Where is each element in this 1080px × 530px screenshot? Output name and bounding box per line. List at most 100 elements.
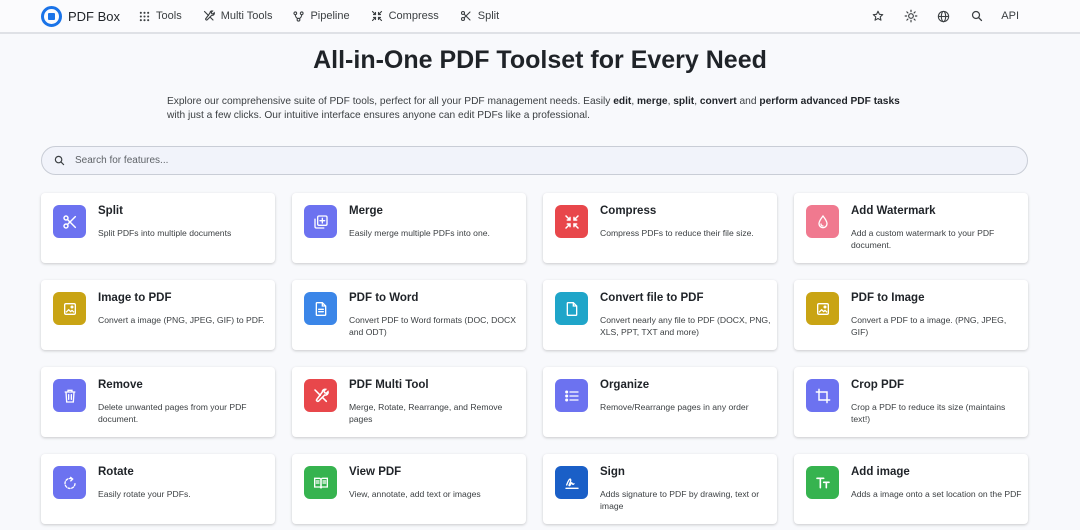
book-icon [304, 466, 337, 499]
tool-card-description: Merge, Rotate, Rearrange, and Remove pag… [349, 402, 503, 424]
tool-card-add-watermark[interactable]: Add Watermark Add a custom watermark to y… [794, 193, 1028, 263]
tool-card-compress[interactable]: Compress Compress PDFs to reduce their fi… [543, 193, 777, 263]
sun-icon[interactable] [894, 9, 927, 23]
navbar: PDF Box Tools Multi Tools Pipeline Compress… [0, 0, 1080, 34]
description-keyword: convert [699, 96, 737, 107]
search-input[interactable] [75, 155, 975, 166]
watermark-icon [806, 205, 839, 238]
image-icon [53, 292, 86, 325]
tool-card-title: Rotate [98, 466, 134, 478]
tool-card-description: View, annotate, add text or images [349, 489, 481, 499]
nav-item-label: Split [477, 10, 500, 22]
search-icon [54, 155, 65, 166]
tool-card-title: Add image [851, 466, 910, 478]
nav-item-label: Tools [156, 10, 182, 22]
tool-card-title: Organize [600, 379, 650, 391]
pipeline-icon [293, 10, 310, 22]
grid-icon [139, 11, 156, 22]
tool-card-image-to-pdf[interactable]: Image to PDF Convert a image (PNG, JPEG, … [41, 280, 275, 350]
tool-card-title: Add Watermark [851, 205, 936, 217]
description-text: and [736, 96, 760, 107]
rotate-icon [53, 466, 86, 499]
search-bar[interactable] [41, 146, 1028, 175]
star-icon[interactable] [861, 10, 894, 22]
description-keyword: merge [637, 96, 668, 107]
globe-icon[interactable] [927, 10, 960, 23]
nav-item-pipeline[interactable]: Pipeline [293, 10, 350, 22]
tool-card-title: Split [98, 205, 123, 217]
tool-card-title: Crop PDF [851, 379, 905, 391]
tool-card-add-image[interactable]: Add image Adds a image onto a set locatio… [794, 454, 1028, 524]
description-text: with just a few clicks. Our intuitive in… [167, 110, 590, 121]
merge-icon [304, 205, 337, 238]
tool-card-description: Delete unwanted pages from your PDF docu… [98, 402, 247, 424]
tool-card-title: PDF Multi Tool [349, 379, 429, 391]
tool-card-organize[interactable]: Organize Remove/Rearrange pages in any or… [543, 367, 777, 437]
tool-card-merge[interactable]: Merge Easily merge multiple PDFs into one… [292, 193, 526, 263]
tool-card-title: Sign [600, 466, 625, 478]
text-icon [806, 466, 839, 499]
tool-card-description: Adds a image onto a set location on the … [851, 489, 1022, 499]
api-link[interactable]: API [1001, 10, 1019, 22]
trash-icon [53, 379, 86, 412]
scissors-icon [53, 205, 86, 238]
compress-icon [371, 10, 389, 22]
signature-icon [555, 466, 588, 499]
nav-item-label: Multi Tools [220, 10, 273, 22]
nav-item-label: Compress [388, 10, 439, 22]
logo-icon [41, 5, 62, 27]
tool-card-title: PDF to Word [349, 292, 419, 304]
search-icon[interactable] [960, 10, 993, 22]
scissors-icon [460, 10, 478, 22]
description-text: Explore our comprehensive suite of PDF t… [167, 96, 614, 107]
tool-card-description: Adds signature to PDF by drawing, text o… [600, 489, 760, 511]
brand-name: PDF Box [68, 8, 121, 24]
nav-item-multi-tools[interactable]: Multi Tools [203, 10, 273, 22]
tool-card-sign[interactable]: Sign Adds signature to PDF by drawing, te… [543, 454, 777, 524]
tool-card-description: Remove/Rearrange pages in any order [600, 402, 749, 412]
tool-card-description: Convert a PDF to a image. (PNG, JPEG, GI… [851, 315, 1007, 337]
tools-icon [304, 379, 337, 412]
document-icon [304, 292, 337, 325]
tool-card-title: PDF to Image [851, 292, 925, 304]
tool-card-title: Remove [98, 379, 143, 391]
nav-menu: Tools Multi Tools Pipeline Compress Split [139, 10, 520, 22]
page-title: All-in-One PDF Toolset for Every Need [313, 46, 767, 74]
tool-card-rotate[interactable]: Rotate Easily rotate your PDFs. [41, 454, 275, 524]
compress-icon [555, 205, 588, 238]
description-keyword: perform advanced PDF tasks [759, 96, 900, 107]
tool-card-split[interactable]: Split Split PDFs into multiple documents [41, 193, 275, 263]
tool-card-pdf-to-image[interactable]: PDF to Image Convert a PDF to a image. (P… [794, 280, 1028, 350]
brand[interactable]: PDF Box [41, 5, 121, 27]
description-keyword: split [673, 96, 695, 107]
tool-card-remove[interactable]: Remove Delete unwanted pages from your PD… [41, 367, 275, 437]
tool-card-description: Crop a PDF to reduce its size (maintains… [851, 402, 1006, 424]
tool-card-title: Convert file to PDF [600, 292, 704, 304]
tool-card-title: Compress [600, 205, 657, 217]
tool-grid: Split Split PDFs into multiple documents M… [41, 193, 1028, 524]
tool-card-view-pdf[interactable]: View PDF View, annotate, add text or imag… [292, 454, 526, 524]
nav-item-split[interactable]: Split [460, 10, 499, 22]
nav-item-label: Pipeline [310, 10, 350, 22]
image-icon [806, 292, 839, 325]
tool-card-pdf-to-word[interactable]: PDF to Word Convert PDF to Word formats (… [292, 280, 526, 350]
nav-item-compress[interactable]: Compress [371, 10, 439, 22]
file-icon [555, 292, 588, 325]
tool-card-crop-pdf[interactable]: Crop PDF Crop a PDF to reduce its size (m… [794, 367, 1028, 437]
tool-card-title: Merge [349, 205, 383, 217]
tool-card-pdf-multi-tool[interactable]: PDF Multi Tool Merge, Rotate, Rearrange, … [292, 367, 526, 437]
tool-card-convert-file-to-pdf[interactable]: Convert file to PDF Convert nearly any fi… [543, 280, 777, 350]
page-description: Explore our comprehensive suite of PDF t… [167, 95, 917, 123]
tool-card-description: Add a custom watermark to your PDF docum… [851, 228, 995, 250]
tool-card-description: Convert PDF to Word formats (DOC, DOCX a… [349, 315, 516, 337]
tools-icon [203, 10, 221, 22]
tool-card-title: View PDF [349, 466, 402, 478]
nav-right: API [861, 0, 1080, 32]
list-icon [555, 379, 588, 412]
description-keyword: edit [613, 96, 632, 107]
tool-card-title: Image to PDF [98, 292, 172, 304]
tool-card-description: Convert nearly any file to PDF (DOCX, PN… [600, 315, 771, 337]
tool-card-description: Easily merge multiple PDFs into one. [349, 228, 490, 238]
tool-card-description: Easily rotate your PDFs. [98, 489, 191, 499]
nav-item-tools[interactable]: Tools [139, 10, 182, 22]
